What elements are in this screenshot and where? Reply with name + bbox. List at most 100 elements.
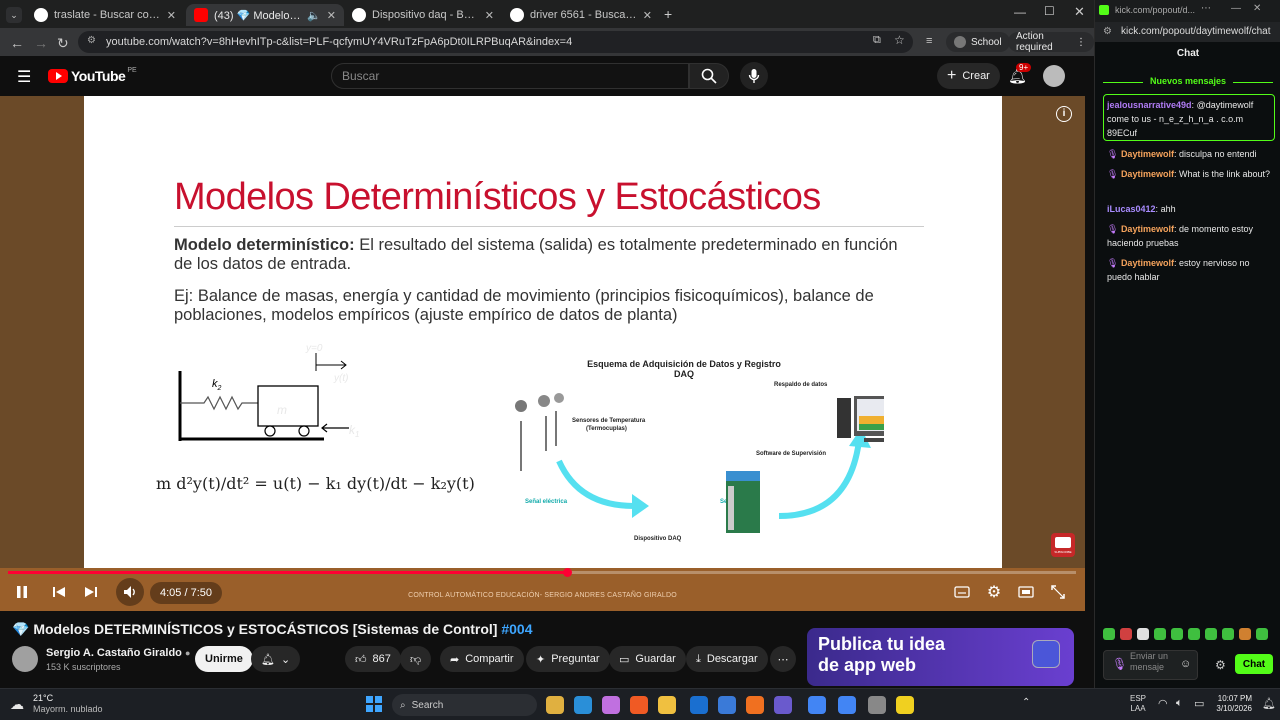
minimize-button[interactable]: —: [1014, 5, 1026, 19]
action-required-button[interactable]: Action required ⋮: [1008, 31, 1094, 53]
profile-button[interactable]: School: [946, 32, 1010, 52]
store-icon[interactable]: [718, 696, 736, 714]
channel-avatar[interactable]: [12, 646, 38, 672]
fullscreen-button[interactable]: [1044, 578, 1072, 606]
emote-icon[interactable]: [1103, 628, 1115, 640]
save-button[interactable]: ▭ Guardar: [609, 646, 686, 672]
chat-username[interactable]: iLucas0412: [1107, 204, 1156, 214]
tab-driver[interactable]: driver 6561 - Buscar con Googl ✕: [502, 4, 660, 26]
more-actions-button[interactable]: ⋯: [770, 646, 796, 672]
subscribe-badge[interactable]: SUBSCRIBE: [1051, 533, 1075, 557]
chrome-alt-icon[interactable]: [868, 696, 886, 714]
site-info-icon[interactable]: ⚙: [1103, 26, 1112, 37]
emote-icon[interactable]: [1137, 628, 1149, 640]
taskbar-search[interactable]: ⌕ Search: [392, 694, 537, 716]
theater-mode-button[interactable]: [1012, 578, 1040, 606]
tab-youtube[interactable]: (43) 💎 Modelos DETERMI 🔈 ✕: [186, 4, 344, 26]
previous-button[interactable]: [45, 578, 73, 606]
kick-minimize-button[interactable]: —: [1231, 3, 1241, 14]
ad-banner[interactable]: Publica tu idea de app web: [807, 628, 1074, 686]
chat-settings-icon[interactable]: ⚙: [1215, 658, 1226, 672]
next-button[interactable]: [77, 578, 105, 606]
chat-username[interactable]: Daytimewolf: [1121, 149, 1174, 159]
forward-button[interactable]: →: [34, 35, 48, 51]
language-indicator[interactable]: ESP LAA: [1130, 694, 1146, 714]
chat-username[interactable]: jealousnarrative49d: [1107, 100, 1192, 110]
share-button[interactable]: ➦ Compartir: [440, 646, 524, 672]
clock[interactable]: 10:07 PM 3/10/2026: [1210, 694, 1252, 714]
emote-icon[interactable]: [1205, 628, 1217, 640]
kick-close-button[interactable]: ✕: [1253, 3, 1261, 14]
channel-name[interactable]: Sergio A. Castaño Giraldo ●: [46, 647, 190, 659]
like-button[interactable]: 👍︎ 867: [345, 646, 401, 672]
weather-widget[interactable]: 21°C Mayorm. nublado: [33, 693, 103, 715]
voice-search-button[interactable]: [740, 62, 768, 90]
teams-icon[interactable]: [774, 696, 792, 714]
emote-icon[interactable]: [1120, 628, 1132, 640]
chevron-up-icon[interactable]: ⌃: [1022, 697, 1030, 708]
search-input[interactable]: Buscar: [331, 63, 689, 89]
info-icon[interactable]: i: [1056, 106, 1072, 122]
explorer-folder-icon[interactable]: [658, 696, 676, 714]
brave-icon[interactable]: [630, 696, 648, 714]
reading-list-icon[interactable]: ≡: [926, 35, 932, 47]
emote-icon[interactable]: [1239, 628, 1251, 640]
chat-send-button[interactable]: Chat: [1235, 654, 1273, 674]
firefox-icon[interactable]: [746, 696, 764, 714]
wifi-icon[interactable]: ◠: [1158, 697, 1168, 710]
close-icon[interactable]: ✕: [485, 9, 494, 22]
menu-icon[interactable]: ☰: [17, 67, 31, 87]
chat-username[interactable]: Daytimewolf: [1121, 169, 1174, 179]
emoji-icon[interactable]: ☺: [1180, 658, 1191, 670]
settings-button[interactable]: ⚙: [980, 578, 1008, 606]
notifications-button[interactable]: 🔔︎ ⌄: [251, 646, 301, 672]
search-button[interactable]: [689, 63, 729, 89]
reload-button[interactable]: ↻: [57, 35, 69, 52]
pause-button[interactable]: [8, 578, 36, 606]
emote-icon[interactable]: [1188, 628, 1200, 640]
new-tab-button[interactable]: +: [664, 6, 672, 22]
subtitles-button[interactable]: [948, 578, 976, 606]
emote-icon[interactable]: [1154, 628, 1166, 640]
edge-icon[interactable]: [574, 696, 592, 714]
maximize-button[interactable]: ☐: [1044, 4, 1055, 18]
emote-icon[interactable]: [1171, 628, 1183, 640]
tab-translate[interactable]: traslate - Buscar con Google ✕: [26, 4, 184, 26]
chat-username[interactable]: Daytimewolf: [1121, 258, 1174, 268]
progress-bar[interactable]: [8, 568, 1076, 577]
close-icon[interactable]: ✕: [167, 9, 176, 22]
progress-scrubber[interactable]: [562, 568, 572, 577]
create-button[interactable]: + Crear: [937, 63, 1000, 89]
back-button[interactable]: ←: [10, 35, 24, 51]
account-avatar[interactable]: [1043, 65, 1065, 87]
volume-icon[interactable]: 🔈︎: [1176, 697, 1183, 710]
speaker-icon[interactable]: 🔈: [307, 9, 321, 22]
emote-icon[interactable]: [1222, 628, 1234, 640]
start-button[interactable]: [366, 696, 382, 712]
notification-center-icon[interactable]: 🔔︎: [1262, 697, 1276, 710]
emote-icon[interactable]: [1256, 628, 1268, 640]
youtube-logo[interactable]: YouTube PE: [48, 67, 137, 84]
tab-search-button[interactable]: ⌄: [6, 7, 22, 23]
chat-input[interactable]: 🎙︎ Enviar un mensaje ☺: [1103, 650, 1198, 680]
bookmark-star-icon[interactable]: ☆: [894, 33, 905, 47]
join-button[interactable]: Unirme: [195, 646, 253, 672]
sticky-notes-icon[interactable]: [896, 696, 914, 714]
close-icon[interactable]: ✕: [327, 9, 336, 22]
tab-daq[interactable]: Dispositivo daq - Buscar con G ✕: [344, 4, 502, 26]
kick-more-icon[interactable]: ⋯: [1201, 3, 1211, 14]
dislike-button[interactable]: 👎︎: [400, 646, 432, 672]
chrome-profile-icon[interactable]: [838, 696, 856, 714]
download-button[interactable]: ⤓ Descargar: [686, 646, 768, 672]
video-player[interactable]: Modelos Determinísticos y Estocásticos M…: [0, 96, 1085, 671]
ask-button[interactable]: ✦ Preguntar: [526, 646, 610, 672]
close-icon[interactable]: ✕: [643, 9, 652, 22]
hashtag-link[interactable]: #004: [501, 621, 532, 637]
battery-icon[interactable]: ▭: [1194, 697, 1204, 710]
file-explorer-icon[interactable]: [546, 696, 564, 714]
volume-button[interactable]: [116, 578, 144, 606]
install-icon[interactable]: ⧉: [873, 34, 881, 47]
chrome-icon[interactable]: [808, 696, 826, 714]
copilot-icon[interactable]: [602, 696, 620, 714]
url-field[interactable]: ⚙ youtube.com/watch?v=8hHevhITp-c&list=P…: [78, 31, 913, 53]
